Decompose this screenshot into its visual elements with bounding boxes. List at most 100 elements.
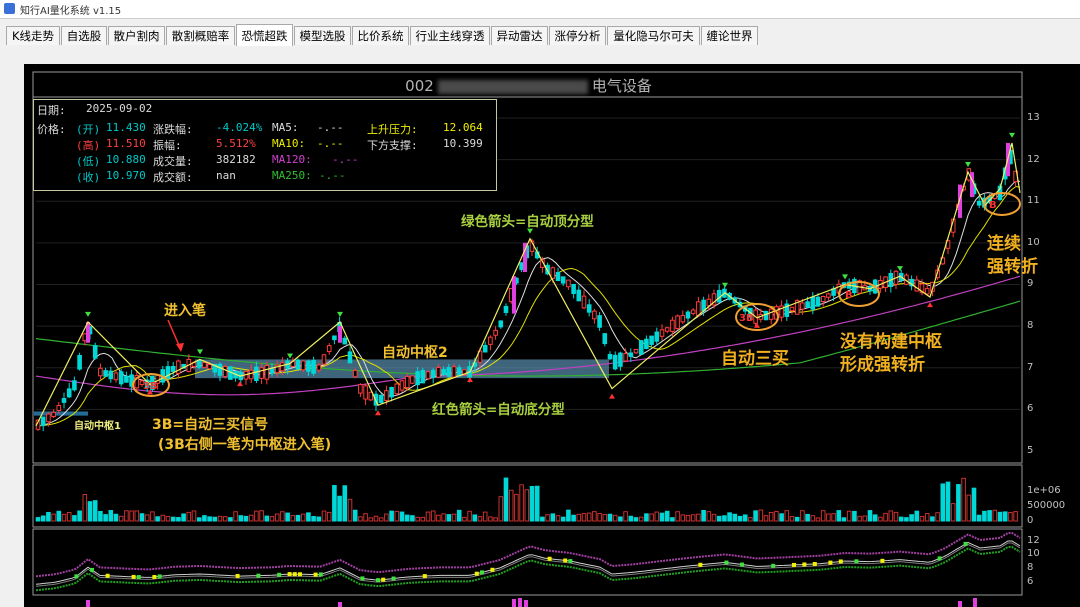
volume-bar (524, 489, 530, 522)
volume-bar (243, 515, 249, 522)
candle-body (633, 348, 639, 354)
volume-bar (659, 512, 665, 522)
candle-body (576, 289, 582, 302)
volume-bar (404, 514, 410, 522)
volume-bar (586, 512, 592, 522)
indicator-dot (298, 572, 302, 577)
volume-bar (384, 513, 389, 522)
volume-bar (919, 515, 925, 522)
candle-body (347, 351, 353, 364)
volume-bar (238, 515, 244, 522)
volume-bar (332, 485, 337, 522)
indicator-dot (318, 572, 323, 577)
volume-bar (66, 511, 72, 522)
volume-bar (961, 477, 966, 522)
signal-candle (970, 172, 974, 198)
volume-bar (560, 516, 566, 522)
volume-bar (72, 515, 77, 522)
volume-bar (638, 516, 644, 522)
top-fractal-arrow (197, 349, 203, 355)
volume-bar (774, 510, 779, 522)
volume-bar (628, 515, 634, 522)
volume-bar (467, 510, 472, 522)
ann-3b-note: (3B右侧一笔为中枢进入笔) (158, 437, 332, 453)
candle-body (638, 340, 644, 355)
open-label: (开) (76, 123, 101, 136)
low-value: 10.880 (106, 153, 146, 166)
candle-body (124, 375, 129, 383)
volume-bar (826, 513, 831, 522)
candle-body (72, 380, 77, 391)
candle-body (628, 352, 634, 357)
volume-bar (139, 513, 145, 522)
volume-bar (508, 489, 514, 522)
candle-body (399, 380, 405, 391)
volume-bar (924, 513, 930, 522)
indicator-dot (277, 572, 282, 577)
volume-bar (1002, 511, 1008, 522)
volume-bar (768, 512, 774, 522)
indicator-dot (376, 578, 380, 583)
candle-body (571, 283, 576, 295)
volume-bar (576, 513, 582, 522)
volume-bar (680, 514, 686, 522)
ann-zs1: 自动中枢1 (74, 421, 121, 432)
volume-bar (1008, 511, 1013, 522)
candle-body (40, 416, 46, 427)
candle-body (389, 386, 394, 398)
indicator-dot (963, 541, 968, 546)
volume-bar (420, 516, 426, 522)
volume-bar (555, 515, 561, 522)
volume-bar (696, 513, 701, 522)
price-tick-7: 7 (1027, 362, 1034, 373)
vol-label: 成交量: (153, 155, 193, 168)
vol-tick-1e6: 1e+06 (1027, 485, 1061, 496)
volume-bar (690, 514, 696, 522)
stock-name-blurred (437, 79, 588, 94)
candle-body (332, 335, 337, 341)
volume-bar (176, 517, 181, 522)
top-fractal-arrow (85, 311, 91, 317)
candle-body (176, 360, 181, 374)
price-tick-11: 11 (1027, 195, 1040, 206)
ma5-value: -.-- (317, 121, 344, 134)
ind-tick-10: 10 (1027, 548, 1040, 559)
candle-body (352, 369, 358, 378)
indicator-mid-line (35, 540, 1021, 585)
price-tick-9: 9 (1027, 278, 1034, 289)
volume-bar (321, 510, 327, 522)
indicator-dot (256, 573, 261, 578)
badge-3b-1: 3B (143, 381, 158, 392)
volume-bar (685, 514, 691, 522)
volume-bar (254, 510, 259, 522)
volume-bar (727, 512, 732, 522)
support-label: 下方支撑: (367, 139, 418, 152)
top-fractal-arrow (287, 353, 293, 359)
volume-bar (352, 509, 358, 522)
candle-body (670, 319, 675, 332)
volume-bar (248, 514, 254, 522)
candle-body (503, 305, 509, 313)
candle-body (363, 385, 368, 400)
volume-bar (92, 500, 98, 522)
bottom-fractal-arrow (927, 302, 933, 308)
badge-b-1: B (845, 290, 853, 301)
volume-bar (87, 501, 93, 522)
indicator-dot (292, 572, 297, 577)
volume-bar (430, 510, 436, 522)
indicator-dot (568, 559, 573, 564)
volume-bar (212, 516, 218, 522)
volume-bar (831, 513, 836, 522)
volume-bar (930, 516, 935, 522)
volume-bar (914, 510, 920, 522)
low-label: (低) (76, 155, 101, 168)
amp-value: 5.512% (216, 137, 256, 150)
candle-body (170, 365, 176, 372)
indicator-dot (490, 567, 495, 572)
volume-bar (280, 511, 285, 522)
signal-candle (338, 326, 342, 343)
volume-bar (233, 511, 238, 522)
candle-body (649, 335, 654, 345)
indicator-dot (235, 573, 240, 578)
ma120-value: -.-- (332, 153, 359, 166)
